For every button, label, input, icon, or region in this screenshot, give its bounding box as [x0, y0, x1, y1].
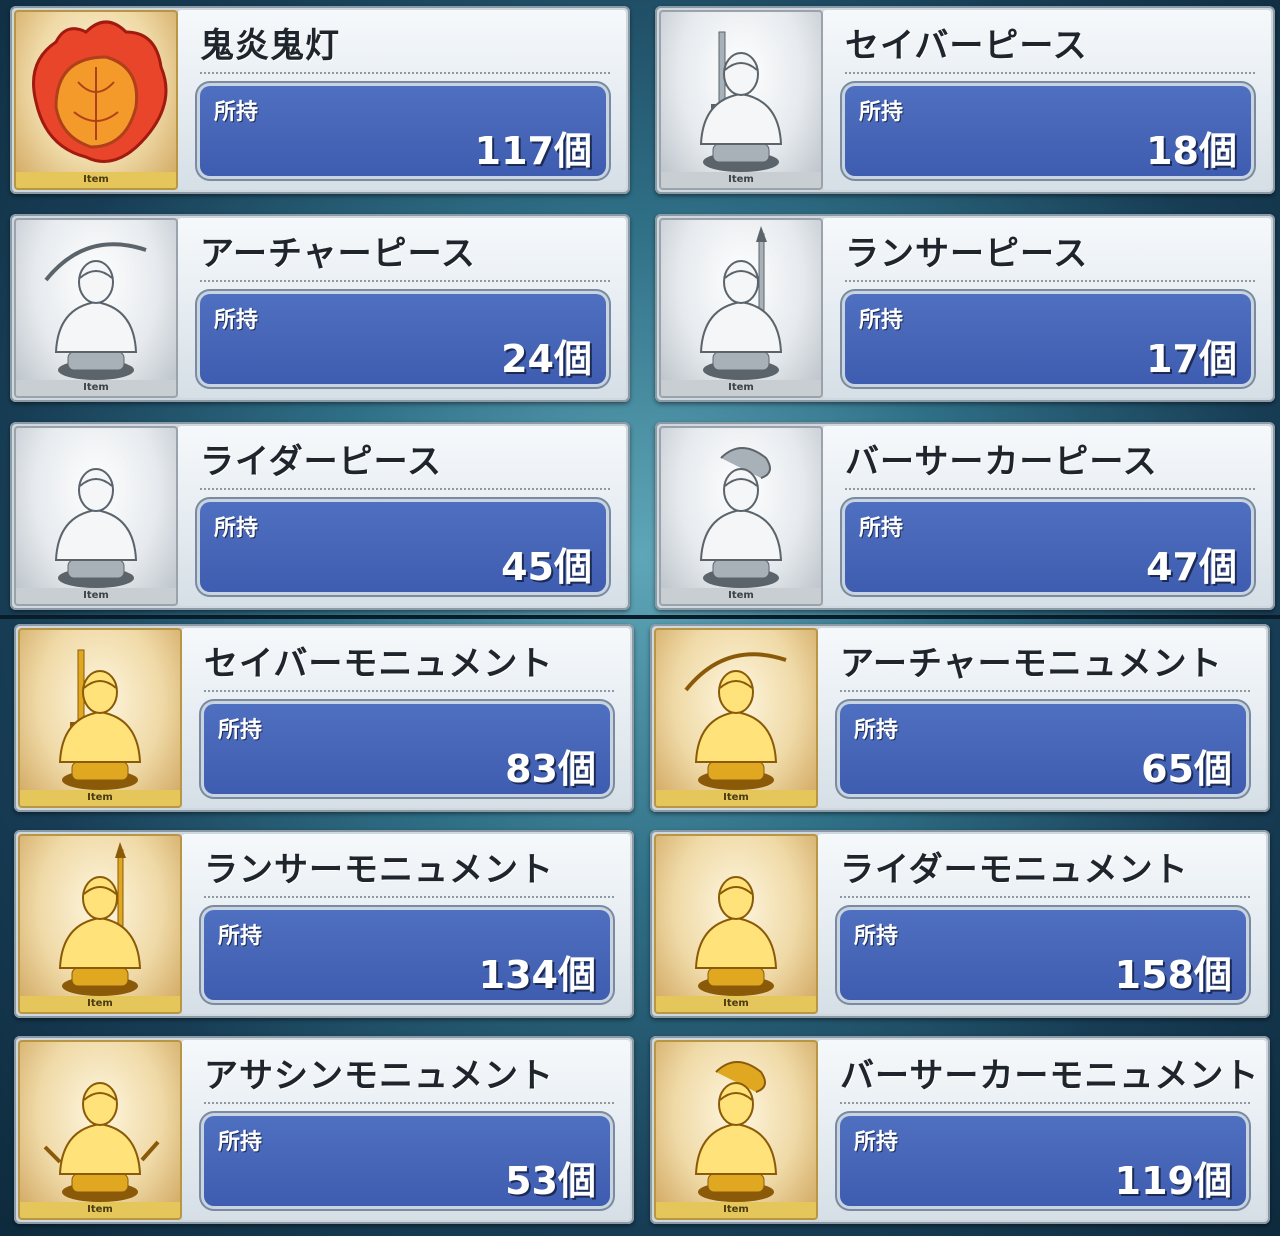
owned-count-box: 所持 53個 — [204, 1116, 610, 1206]
owned-quantity: 18個 — [1146, 129, 1237, 173]
owned-count-box: 所持 65個 — [840, 704, 1246, 794]
lancer-bust-icon: Item — [18, 834, 182, 1014]
owned-label: 所持 — [854, 718, 899, 743]
archer-bust-icon: Item — [14, 218, 178, 398]
owned-quantity: 158個 — [1114, 953, 1232, 997]
dotted-separator — [840, 1102, 1250, 1104]
section-divider — [0, 615, 1280, 619]
item-card[interactable]: Item セイバーピース所持 18個 — [655, 6, 1275, 194]
owned-label: 所持 — [218, 1130, 263, 1155]
item-card[interactable]: Item アーチャーピース所持 24個 — [10, 214, 630, 402]
owned-count-box: 所持 18個 — [845, 86, 1251, 176]
owned-quantity: 24個 — [501, 337, 592, 381]
item-tag-label: Item — [656, 1202, 816, 1218]
item-tag-label: Item — [16, 588, 176, 604]
owned-count-box: 所持 17個 — [845, 294, 1251, 384]
owned-count-box: 所持 47個 — [845, 502, 1251, 592]
berserker-bust-icon: Item — [654, 1040, 818, 1220]
dotted-separator — [845, 72, 1255, 74]
item-name: ライダーモニュメント — [840, 850, 1189, 890]
owned-quantity: 47個 — [1146, 545, 1237, 589]
item-name: セイバーモニュメント — [204, 644, 554, 684]
item-card[interactable]: Item ライダーピース所持 45個 — [10, 422, 630, 610]
item-tag-label: Item — [20, 790, 180, 806]
archer-bust-icon: Item — [654, 628, 818, 808]
item-name: アサシンモニュメント — [204, 1056, 554, 1096]
dotted-separator — [200, 488, 610, 490]
dotted-separator — [200, 280, 610, 282]
owned-quantity: 134個 — [478, 953, 596, 997]
dotted-separator — [200, 72, 610, 74]
dotted-separator — [845, 280, 1255, 282]
owned-label: 所持 — [214, 100, 259, 125]
item-name: バーサーカーピース — [845, 442, 1158, 482]
item-tag-label: Item — [661, 588, 821, 604]
owned-count-box: 所持 45個 — [200, 502, 606, 592]
item-card[interactable]: Item ランサーピース所持 17個 — [655, 214, 1275, 402]
item-name: ランサーモニュメント — [204, 850, 554, 890]
dotted-separator — [840, 896, 1250, 898]
owned-count-box: 所持 119個 — [840, 1116, 1246, 1206]
dotted-separator — [845, 488, 1255, 490]
rider-bust-icon: Item — [14, 426, 178, 606]
item-tag-label: Item — [661, 172, 821, 188]
berserker-bust-icon: Item — [659, 426, 823, 606]
owned-quantity: 83個 — [505, 747, 596, 791]
rider-bust-icon: Item — [654, 834, 818, 1014]
dotted-separator — [204, 1102, 614, 1104]
owned-label: 所持 — [218, 718, 263, 743]
owned-count-box: 所持 158個 — [840, 910, 1246, 1000]
owned-label: 所持 — [859, 516, 904, 541]
item-tag-label: Item — [16, 172, 176, 188]
item-name: ライダーピース — [200, 442, 442, 482]
owned-label: 所持 — [218, 924, 263, 949]
owned-quantity: 119個 — [1114, 1159, 1232, 1203]
owned-label: 所持 — [859, 308, 904, 333]
lancer-bust-icon: Item — [659, 218, 823, 398]
owned-label: 所持 — [859, 100, 904, 125]
item-card[interactable]: Item バーサーカーモニュメント所持 119個 — [650, 1036, 1270, 1224]
item-card[interactable]: Item ランサーモニュメント所持 134個 — [14, 830, 634, 1018]
flame-lantern-icon: Item — [14, 10, 178, 190]
owned-label: 所持 — [854, 924, 899, 949]
owned-count-box: 所持 134個 — [204, 910, 610, 1000]
item-card[interactable]: Item ライダーモニュメント所持 158個 — [650, 830, 1270, 1018]
item-name: 鬼炎鬼灯 — [200, 26, 340, 66]
assassin-bust-icon: Item — [18, 1040, 182, 1220]
dotted-separator — [840, 690, 1250, 692]
item-card[interactable]: Item バーサーカーピース所持 47個 — [655, 422, 1275, 610]
owned-count-box: 所持 117個 — [200, 86, 606, 176]
owned-label: 所持 — [854, 1130, 899, 1155]
owned-quantity: 17個 — [1146, 337, 1237, 381]
owned-label: 所持 — [214, 516, 259, 541]
item-tag-label: Item — [20, 1202, 180, 1218]
item-card[interactable]: Item アーチャーモニュメント所持 65個 — [650, 624, 1270, 812]
dotted-separator — [204, 690, 614, 692]
item-name: ランサーピース — [845, 234, 1089, 274]
item-name: アーチャーピース — [200, 234, 476, 274]
owned-quantity: 45個 — [501, 545, 592, 589]
item-name: アーチャーモニュメント — [840, 644, 1223, 684]
item-card[interactable]: Item アサシンモニュメント所持 53個 — [14, 1036, 634, 1224]
item-tag-label: Item — [661, 380, 821, 396]
saber-bust-icon: Item — [659, 10, 823, 190]
owned-quantity: 117個 — [474, 129, 592, 173]
saber-bust-icon: Item — [18, 628, 182, 808]
item-name: セイバーピース — [845, 26, 1088, 66]
owned-count-box: 所持 24個 — [200, 294, 606, 384]
owned-label: 所持 — [214, 308, 259, 333]
item-tag-label: Item — [16, 380, 176, 396]
item-tag-label: Item — [656, 790, 816, 806]
owned-quantity: 53個 — [505, 1159, 596, 1203]
owned-count-box: 所持 83個 — [204, 704, 610, 794]
item-tag-label: Item — [20, 996, 180, 1012]
item-card[interactable]: Item セイバーモニュメント所持 83個 — [14, 624, 634, 812]
item-name: バーサーカーモニュメント — [840, 1056, 1260, 1096]
dotted-separator — [204, 896, 614, 898]
owned-quantity: 65個 — [1141, 747, 1232, 791]
item-card[interactable]: Item 鬼炎鬼灯所持 117個 — [10, 6, 630, 194]
item-tag-label: Item — [656, 996, 816, 1012]
